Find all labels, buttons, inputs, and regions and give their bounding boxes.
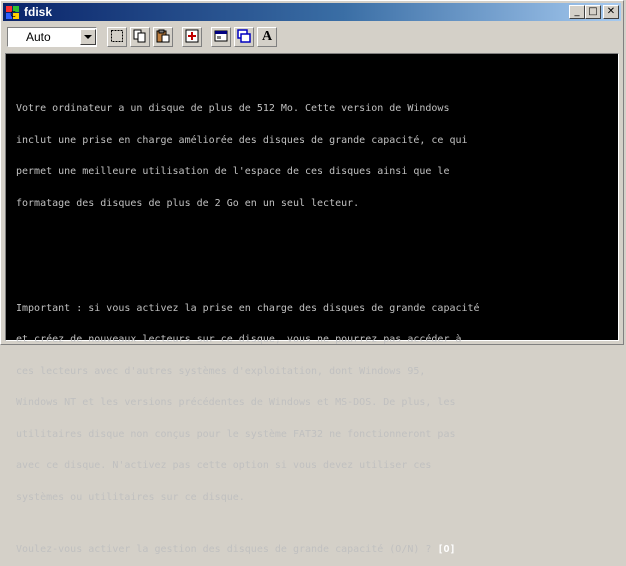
console-line: inclut une prise en charge améliorée des…	[16, 134, 468, 146]
prompt-text: Voulez-vous activer la gestion des disqu…	[16, 544, 438, 555]
console-line: Important : si vous activez la prise en …	[16, 302, 480, 314]
console-line: avec ce disque. N'activez pas cette opti…	[16, 460, 432, 471]
font-icon: A	[261, 29, 273, 44]
copy-button[interactable]	[130, 27, 150, 47]
prompt-answer[interactable]: [O]	[437, 544, 455, 555]
console-line: formatage des disques de plus de 2 Go en…	[16, 197, 360, 209]
maximize-icon: □	[588, 6, 598, 17]
background-icon	[237, 28, 251, 47]
paragraph-1: Votre ordinateur a un disque de plus de …	[16, 83, 480, 230]
minimize-icon: _	[574, 6, 580, 17]
paste-icon	[156, 28, 170, 47]
window-title: fdisk	[24, 5, 53, 19]
title-bar[interactable]: C fdisk _ □ ✕	[3, 3, 621, 21]
close-icon: ✕	[606, 6, 616, 17]
font-size-select[interactable]: Auto	[7, 27, 97, 47]
chevron-down-icon[interactable]	[80, 29, 96, 45]
svg-text:C: C	[10, 10, 16, 19]
console-line: ces lecteurs avec d'autres systèmes d'ex…	[16, 365, 426, 377]
maximize-button[interactable]: □	[585, 5, 601, 19]
mark-button[interactable]	[107, 27, 127, 47]
console-line: et créez de nouveaux lecteurs sur ce dis…	[16, 334, 462, 345]
properties-icon	[214, 28, 228, 47]
fullscreen-icon	[185, 28, 199, 47]
paragraph-2: Important : si vous activez la prise en …	[16, 283, 480, 525]
console-line: permet une meilleure utilisation de l'es…	[16, 166, 450, 177]
prompt-line: Voulez-vous activer la gestion des disqu…	[16, 544, 480, 556]
background-button[interactable]	[234, 27, 254, 47]
console-line: systèmes ou utilitaires sur ce disque.	[16, 491, 245, 503]
font-button[interactable]: A	[257, 27, 277, 47]
mark-icon	[110, 28, 124, 47]
console-line: Windows NT et les versions précédentes d…	[16, 397, 456, 408]
minimize-button[interactable]: _	[569, 5, 585, 19]
fullscreen-button[interactable]	[182, 27, 202, 47]
properties-button[interactable]	[211, 27, 231, 47]
paste-button[interactable]	[153, 27, 173, 47]
font-size-value: Auto	[26, 30, 51, 44]
console-line: utilitaires disque non conçus pour le sy…	[16, 428, 456, 440]
console-text: Votre ordinateur a un disque de plus de …	[16, 62, 480, 566]
close-button[interactable]: ✕	[603, 5, 619, 19]
ms-dos-icon: C	[6, 5, 20, 19]
copy-icon	[133, 28, 147, 47]
toolbar: Auto A	[3, 23, 621, 51]
console-line: Votre ordinateur a un disque de plus de …	[16, 103, 450, 114]
